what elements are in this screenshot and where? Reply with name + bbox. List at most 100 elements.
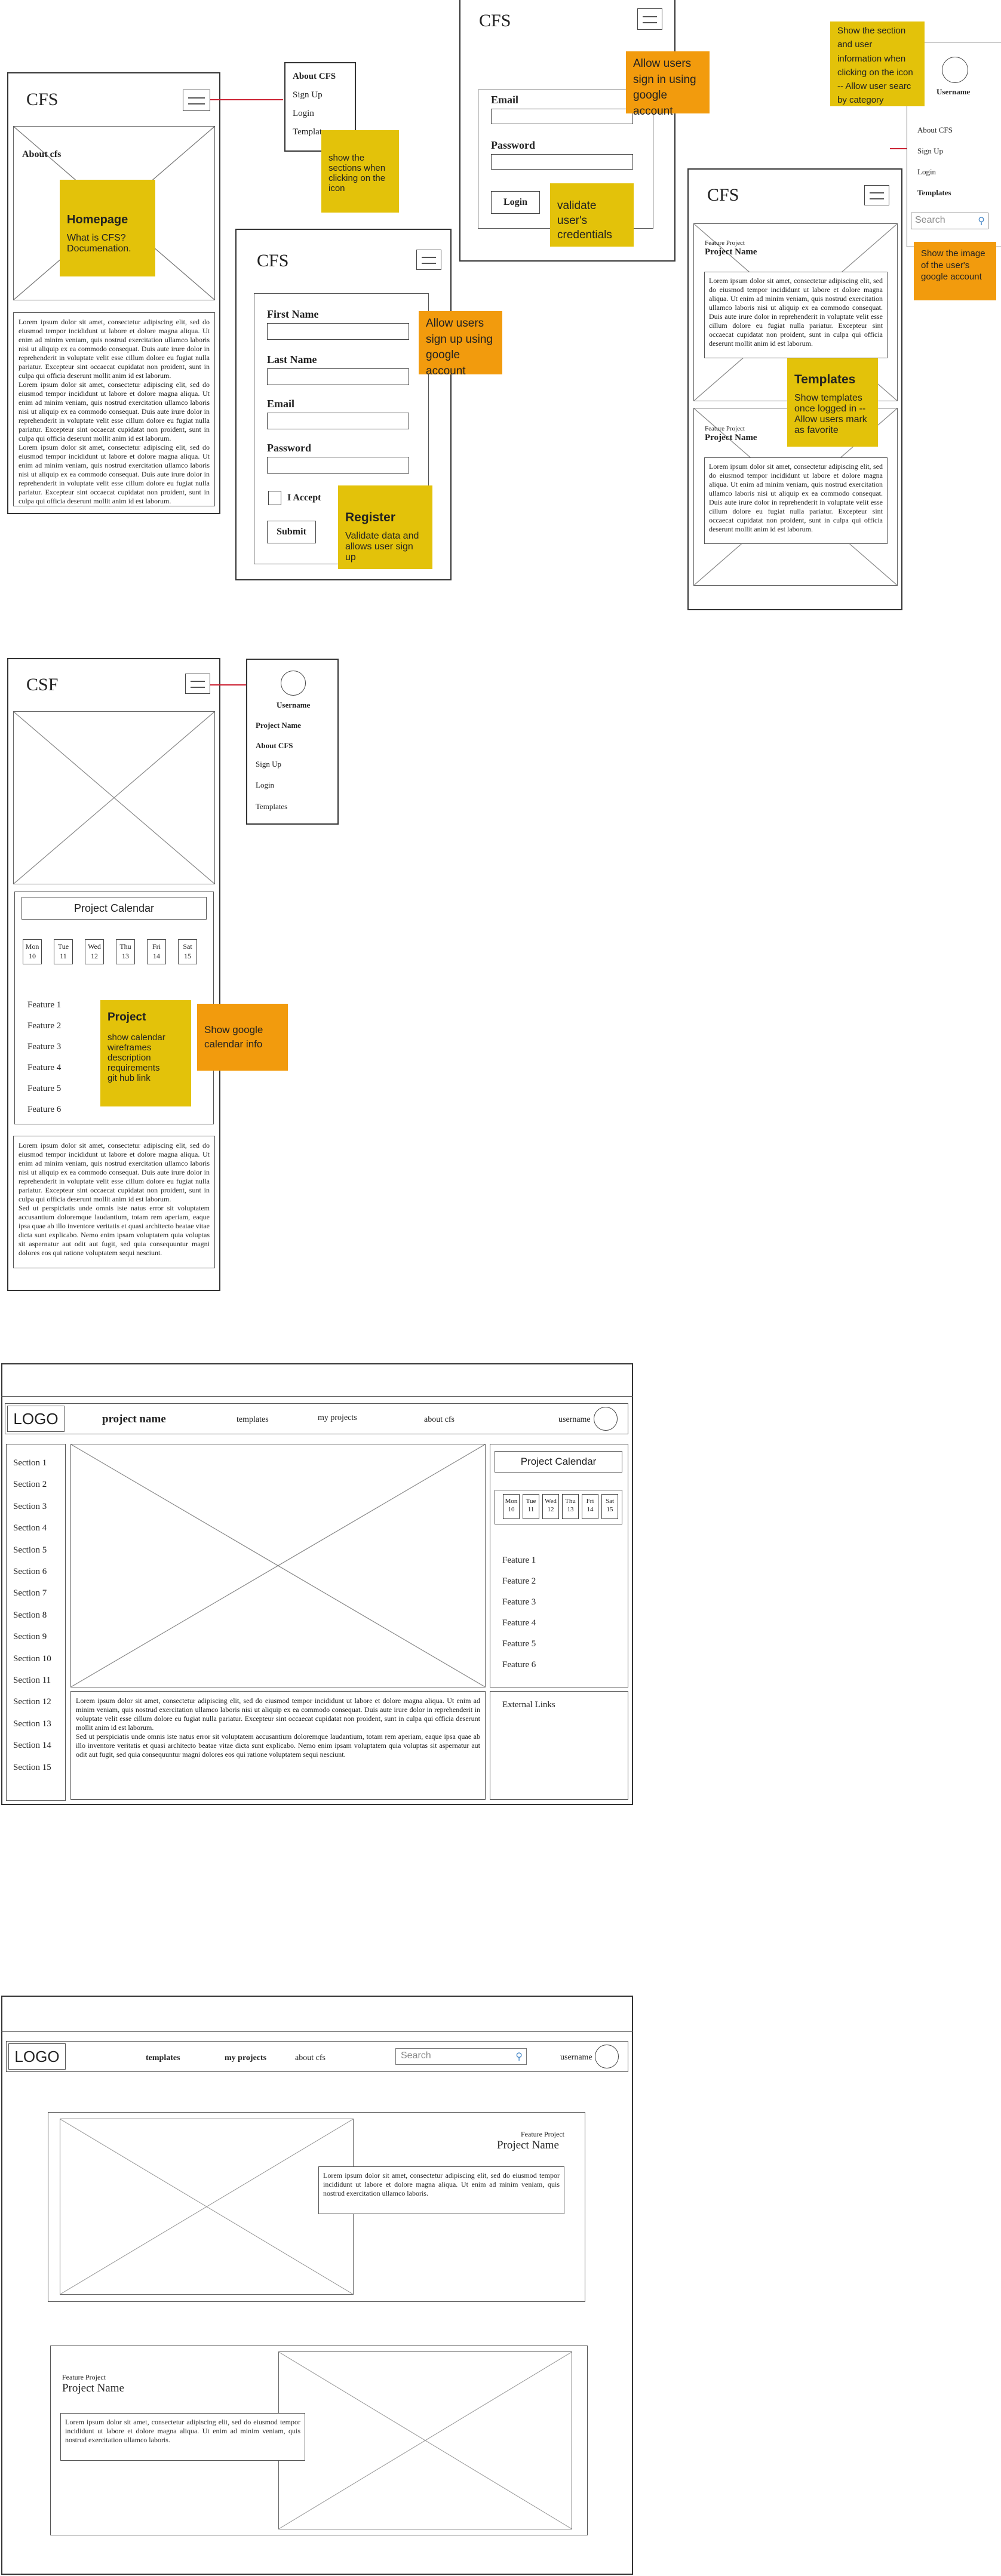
desktop-calendar-day[interactable]: Fri 14 — [582, 1494, 598, 1519]
sidebar-section-item[interactable]: Section 8 — [13, 1610, 47, 1621]
calendar-day[interactable]: Wed 12 — [85, 939, 104, 964]
project-lorem-1: Lorem ipsum dolor sit amet, consectetur … — [19, 1141, 210, 1203]
sidebar-section-item[interactable]: Section 12 — [13, 1697, 51, 1707]
project-menu-project-name[interactable]: Project Name — [256, 721, 301, 730]
project-hamburger-icon[interactable] — [185, 674, 210, 694]
project-menu-about[interactable]: About CFS — [256, 741, 293, 751]
desktop-project-nav-templates[interactable]: templates — [237, 1415, 269, 1425]
desktop-calendar-day[interactable]: Thu 13 — [562, 1494, 579, 1519]
home-hamburger-icon[interactable] — [183, 90, 210, 111]
desktop-project-nav-username[interactable]: username — [558, 1415, 591, 1425]
desktop-calendar-day[interactable]: Tue 11 — [523, 1494, 539, 1519]
user-menu-signup[interactable]: Sign Up — [917, 146, 943, 156]
signup-logo[interactable]: CFS — [257, 251, 288, 271]
sidebar-section-item[interactable]: Section 6 — [13, 1567, 47, 1577]
templates-logo[interactable]: CFS — [707, 185, 739, 205]
signup-hamburger-icon[interactable] — [416, 250, 441, 270]
sidebar-section-item[interactable]: Section 1 — [13, 1458, 47, 1468]
sidebar-section-item[interactable]: Section 4 — [13, 1523, 47, 1533]
sidebar-section-item[interactable]: Section 13 — [13, 1719, 51, 1729]
sidebar-section-item[interactable]: Section 15 — [13, 1763, 51, 1773]
calendar-day-name: Fri — [586, 1498, 594, 1505]
login-logo[interactable]: CFS — [479, 11, 511, 31]
desktop-templates-nav-my-projects[interactable]: my projects — [225, 2054, 266, 2063]
sidebar-section-item[interactable]: Section 5 — [13, 1545, 47, 1556]
desktop-search-icon[interactable]: ⚲ — [515, 2051, 523, 2062]
submit-button[interactable]: Submit — [267, 521, 316, 543]
feature-item[interactable]: Feature 1 — [27, 1000, 61, 1010]
sidebar-section-item[interactable]: Section 3 — [13, 1502, 47, 1512]
password-field[interactable] — [267, 457, 409, 474]
email-field[interactable] — [267, 413, 409, 429]
template-card-2-title[interactable]: Project Name — [705, 433, 757, 443]
template-card-1-title[interactable]: Project Name — [705, 247, 757, 257]
sidebar-section-item[interactable]: Section 11 — [13, 1676, 51, 1686]
desktop-feature-item[interactable]: Feature 1 — [502, 1556, 536, 1566]
desktop-project-logo[interactable]: LOGO — [7, 1406, 65, 1432]
feature-item[interactable]: Feature 5 — [27, 1084, 61, 1094]
menu-login[interactable]: Login — [293, 109, 348, 119]
sidebar-section-item[interactable]: Section 9 — [13, 1632, 47, 1642]
sidebar-section-item[interactable]: Section 14 — [13, 1741, 51, 1751]
user-menu-templates[interactable]: Templates — [917, 188, 951, 198]
calendar-day[interactable]: Mon 10 — [23, 939, 42, 964]
desktop-feature-item[interactable]: Feature 4 — [502, 1618, 536, 1628]
project-menu-username: Username — [277, 700, 311, 709]
desktop-templates-nav-about[interactable]: about cfs — [295, 2054, 326, 2063]
desktop-feature-item[interactable]: Feature 5 — [502, 1639, 536, 1649]
templates-hamburger-icon[interactable] — [864, 185, 889, 205]
project-menu-templates[interactable]: Templates — [256, 802, 287, 811]
sections-menu-note: show the sections when clicking on the i… — [321, 130, 399, 213]
feature-item[interactable]: Feature 2 — [27, 1021, 61, 1031]
project-logo[interactable]: CSF — [26, 675, 58, 695]
desktop-templates-logo[interactable]: LOGO — [8, 2043, 66, 2070]
desktop-feature-item[interactable]: Feature 6 — [502, 1660, 536, 1670]
last-name-field[interactable] — [267, 368, 409, 385]
project-menu-login[interactable]: Login — [256, 780, 274, 790]
calendar-day-number: 11 — [527, 1506, 535, 1514]
menu-signup[interactable]: Sign Up — [293, 90, 348, 100]
accept-checkbox[interactable] — [268, 491, 281, 505]
sidebar-section-item[interactable]: Section 10 — [13, 1654, 51, 1664]
calendar-day[interactable]: Sat 15 — [178, 939, 197, 964]
desktop-templates-search-input[interactable]: Search ⚲ — [395, 2048, 527, 2065]
desktop-calendar-day[interactable]: Sat 15 — [601, 1494, 618, 1519]
desktop-external-links[interactable]: External Links — [502, 1700, 555, 1710]
project-menu-signup[interactable]: Sign Up — [256, 760, 281, 769]
desktop-feature-item[interactable]: Feature 3 — [502, 1597, 536, 1607]
sidebar-section-item[interactable]: Section 7 — [13, 1588, 47, 1599]
user-avatar-icon[interactable] — [942, 57, 968, 83]
feature-item[interactable]: Feature 6 — [27, 1105, 61, 1115]
desktop-project-avatar-icon[interactable] — [594, 1407, 618, 1431]
desktop-templates-nav-username[interactable]: username — [560, 2053, 592, 2062]
home-lorem-2: Lorem ipsum dolor sit amet, consectetur … — [19, 380, 210, 442]
desktop-templates-avatar-icon[interactable] — [595, 2045, 619, 2068]
sidebar-section-item[interactable]: Section 2 — [13, 1480, 47, 1490]
login-password-field[interactable] — [491, 154, 633, 170]
login-email-field[interactable] — [491, 109, 633, 124]
search-icon[interactable]: ⚲ — [978, 215, 985, 227]
menu-about[interactable]: About CFS — [293, 72, 348, 82]
desktop-template-card-a-title[interactable]: Project Name — [497, 2139, 559, 2152]
calendar-day[interactable]: Fri 14 — [147, 939, 166, 964]
home-logo[interactable]: CFS — [26, 90, 58, 110]
feature-item[interactable]: Feature 3 — [27, 1042, 61, 1052]
calendar-day[interactable]: Thu 13 — [116, 939, 135, 964]
desktop-project-nav-my-projects[interactable]: my projects — [318, 1413, 357, 1423]
desktop-templates-nav-templates[interactable]: templates — [146, 2054, 180, 2063]
login-button[interactable]: Login — [491, 191, 540, 214]
user-menu-about[interactable]: About CFS — [917, 125, 953, 135]
desktop-template-card-b-title[interactable]: Project Name — [62, 2382, 124, 2395]
login-hamburger-icon[interactable] — [637, 8, 662, 30]
first-name-field[interactable] — [267, 323, 409, 340]
desktop-calendar-day[interactable]: Wed 12 — [542, 1494, 559, 1519]
desktop-feature-item[interactable]: Feature 2 — [502, 1576, 536, 1587]
desktop-calendar-day[interactable]: Mon 10 — [503, 1494, 520, 1519]
user-menu-login[interactable]: Login — [917, 167, 936, 177]
desktop-project-nav-about[interactable]: about cfs — [424, 1415, 455, 1425]
project-menu-avatar-icon[interactable] — [281, 671, 306, 696]
calendar-day[interactable]: Tue 11 — [54, 939, 73, 964]
calendar-day-name: Thu — [565, 1498, 576, 1505]
feature-item[interactable]: Feature 4 — [27, 1063, 61, 1073]
user-menu-search-input[interactable]: Search ⚲ — [911, 213, 988, 229]
